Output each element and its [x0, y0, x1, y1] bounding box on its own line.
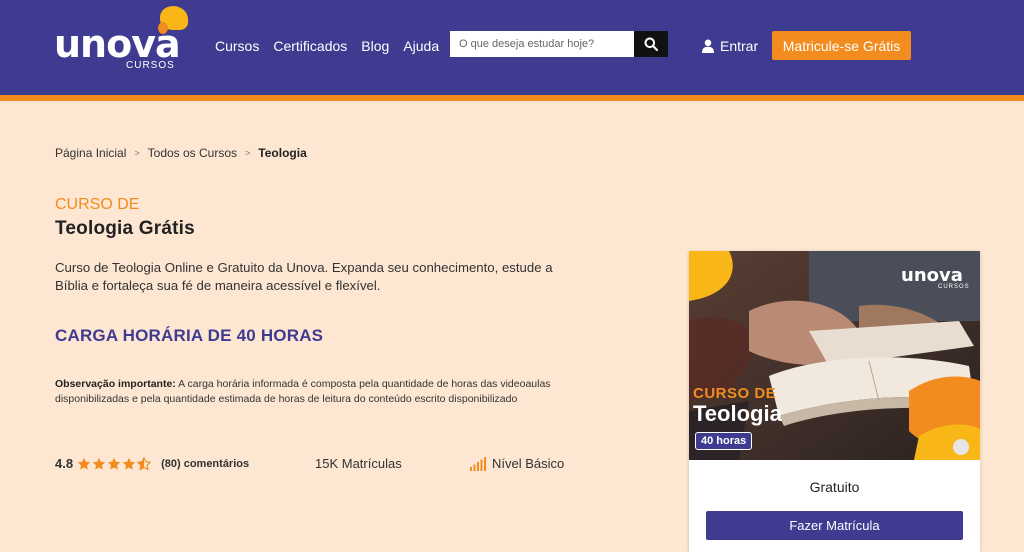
nav-certificados[interactable]: Certificados [273, 38, 347, 54]
nav-cursos[interactable]: Cursos [215, 38, 259, 54]
enrollment-count: 15K Matrículas [315, 456, 402, 471]
search-input[interactable] [450, 31, 634, 57]
course-thumbnail: unova CURSOS CURSO DE Teologia 40 horas [689, 251, 980, 460]
search-button[interactable] [634, 31, 668, 57]
comments-link[interactable]: (80) comentários [161, 458, 249, 470]
star-icon [122, 457, 136, 469]
workload-note-label: Observação importante: [55, 378, 176, 390]
enroll-button[interactable]: Fazer Matrícula [706, 511, 963, 540]
level-label: Nível Básico [492, 456, 565, 471]
star-half-icon [137, 456, 152, 471]
course-pre-title: CURSO DE [55, 196, 140, 213]
course-workload: CARGA HORÁRIA DE 40 HORAS [55, 326, 324, 345]
rating-stars [77, 456, 152, 471]
login-link[interactable]: Entrar [702, 38, 758, 54]
login-label: Entrar [720, 38, 759, 54]
breadcrumb-separator: > [245, 148, 251, 158]
thumbnail-title: Teologia [693, 401, 782, 426]
main-nav: Cursos Certificados Blog Ajuda [215, 38, 439, 54]
user-icon [702, 39, 714, 53]
course-description: Curso de Teologia Online e Gratuito da U… [55, 260, 553, 293]
course-level: Nível Básico [470, 456, 564, 471]
unova-logo[interactable]: unova CURSOS [54, 6, 194, 72]
course-stats: 4.8 (80) comentários 15K Matrículas Níve… [55, 456, 585, 474]
enroll-card: unova CURSOS CURSO DE Teologia 40 horas … [689, 251, 980, 552]
thumbnail-hours-badge: 40 horas [695, 432, 753, 450]
breadcrumb-home[interactable]: Página Inicial [55, 146, 126, 160]
level-bars-icon [470, 456, 486, 471]
search-icon [644, 37, 658, 51]
breadcrumb-current: Teologia [258, 146, 307, 160]
star-icon [107, 457, 121, 469]
enroll-free-button[interactable]: Matricule-se Grátis [772, 31, 911, 60]
breadcrumb-separator: > [134, 148, 140, 158]
nav-blog[interactable]: Blog [361, 38, 389, 54]
workload-note: Observação importante: A carga horária i… [55, 377, 555, 407]
header-accent-bar [0, 95, 1024, 101]
search-bar [450, 31, 668, 57]
star-icon [92, 457, 106, 469]
thumbnail-pre-title: CURSO DE [693, 385, 777, 402]
thumbnail-logo: unova [901, 265, 963, 286]
thumbnail-logo-sub: CURSOS [938, 284, 970, 290]
breadcrumb-all-courses[interactable]: Todos os Cursos [148, 146, 237, 160]
rating-value: 4.8 [55, 456, 74, 471]
page-title: Teologia Grátis [55, 218, 195, 239]
course-price: Gratuito [809, 479, 860, 495]
nav-ajuda[interactable]: Ajuda [403, 38, 439, 54]
star-icon [77, 457, 91, 469]
breadcrumb: Página Inicial > Todos os Cursos > Teolo… [55, 146, 307, 160]
logo-subtext: CURSOS [126, 60, 175, 71]
course-rating: 4.8 (80) comentários [55, 456, 249, 471]
